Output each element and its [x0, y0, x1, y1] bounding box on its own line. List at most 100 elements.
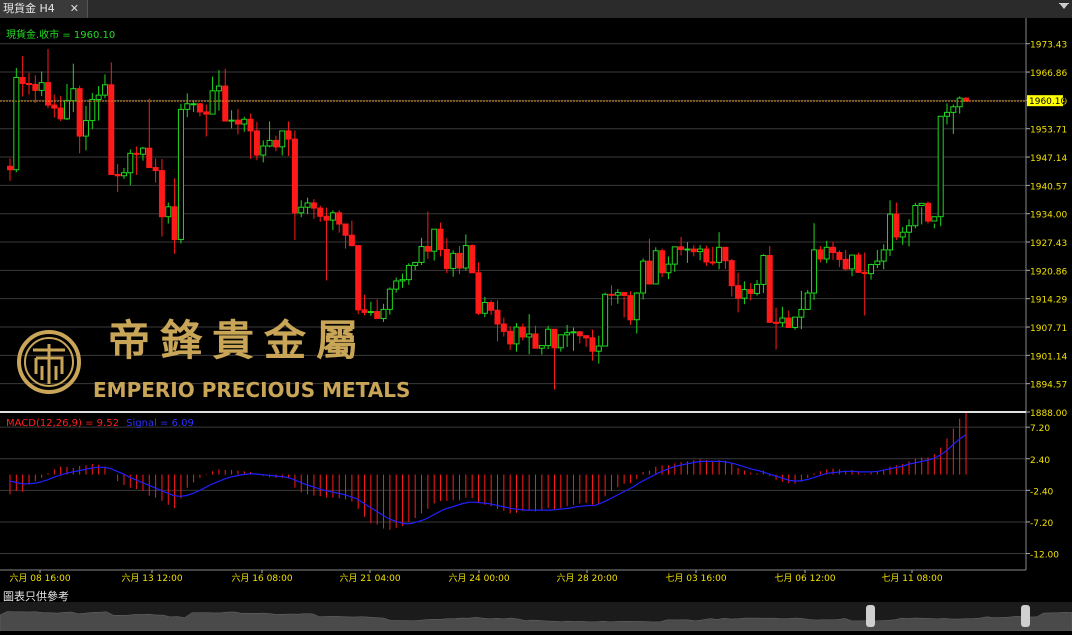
- candle-body: [747, 289, 754, 294]
- candle-body: [785, 317, 792, 329]
- price-legend: 現貨金.收市 = 1960.10: [6, 28, 115, 41]
- candle-body: [494, 309, 501, 325]
- macd-tick-label: -12.00: [1030, 551, 1059, 561]
- candle-body: [304, 202, 311, 208]
- chevron-down-icon[interactable]: [1060, 4, 1068, 9]
- candle-body: [437, 228, 444, 250]
- candle-body: [171, 206, 178, 241]
- candle-body: [13, 76, 20, 171]
- candle-body: [203, 111, 210, 115]
- candle-body: [323, 215, 330, 221]
- candle-body: [627, 295, 634, 321]
- candle-body: [697, 248, 704, 253]
- candle-body: [500, 323, 507, 332]
- y-tick-label: 1894.57: [1030, 381, 1067, 391]
- candle-body: [849, 254, 856, 270]
- candle-body: [431, 228, 438, 252]
- candle-body: [114, 173, 121, 177]
- candle-body: [703, 248, 710, 263]
- candle-body: [367, 311, 374, 314]
- candle-body: [418, 245, 425, 263]
- x-tick-label: 六月 08 16:00: [9, 572, 70, 584]
- candle-body: [386, 288, 393, 310]
- candle-body: [893, 213, 900, 238]
- candle-body: [196, 103, 203, 113]
- candle-body: [887, 213, 894, 251]
- candle-body: [722, 246, 729, 262]
- x-tick-label: 六月 24 00:00: [448, 572, 509, 584]
- candle-body: [158, 170, 165, 218]
- y-tick-label: 1927.43: [1030, 239, 1067, 249]
- candle-body: [462, 245, 469, 269]
- navigator-left-handle[interactable]: [866, 605, 875, 627]
- candle-body: [310, 202, 317, 209]
- candle-body: [602, 293, 609, 347]
- candle-body: [798, 308, 805, 318]
- y-tick-label: 1901.14: [1030, 352, 1067, 362]
- candle-body: [456, 252, 463, 269]
- candle-body: [665, 263, 672, 274]
- candle-body: [25, 82, 32, 85]
- candle-body: [741, 289, 748, 299]
- macd-legend-value: MACD(12,26,9) = 9.52: [6, 418, 119, 429]
- candle-body: [348, 234, 355, 247]
- candle-body: [177, 108, 184, 241]
- candle-body: [272, 139, 279, 148]
- time-navigator[interactable]: [0, 602, 1072, 632]
- candle-body: [944, 111, 951, 117]
- candle-body: [716, 246, 723, 263]
- candle-body: [380, 308, 387, 319]
- candle-body: [779, 317, 786, 324]
- navigator-right-handle[interactable]: [1021, 605, 1030, 627]
- macd-tick-label: -7.20: [1030, 519, 1054, 529]
- candle-body: [583, 335, 590, 339]
- candle-body: [551, 328, 558, 349]
- title-bar: 現貨金 H4 ✕: [0, 0, 1072, 18]
- current-price-label: 1960.10: [1029, 97, 1066, 107]
- candle-body: [38, 82, 45, 91]
- candle-body: [165, 206, 172, 218]
- chart-tab[interactable]: 現貨金 H4 ✕: [0, 0, 88, 18]
- candle-body: [621, 292, 628, 297]
- candle-body: [481, 301, 488, 314]
- y-tick-label: 1953.71: [1030, 126, 1067, 136]
- candle-body: [424, 245, 431, 252]
- candle-body: [63, 100, 70, 120]
- y-tick-label: 1947.14: [1030, 154, 1067, 164]
- candle-body: [646, 260, 653, 285]
- navigator-area: [0, 611, 1072, 632]
- candle-body: [589, 337, 596, 352]
- candle-body: [285, 130, 292, 140]
- candle-body: [89, 98, 96, 122]
- candle-body: [532, 333, 539, 349]
- candle-body: [640, 260, 647, 294]
- watermark-chinese: 帝鋒貴金屬: [108, 316, 368, 365]
- candle-body: [576, 331, 583, 337]
- candle-body: [266, 139, 273, 147]
- candle-body: [329, 212, 336, 221]
- candle-body: [918, 202, 925, 206]
- x-tick-label: 六月 13 12:00: [121, 572, 182, 584]
- candle-body: [228, 119, 235, 122]
- candle-body: [469, 245, 476, 274]
- candle-body: [209, 90, 216, 115]
- chart-tab-label: 現貨金 H4: [3, 2, 55, 15]
- candle-body: [595, 345, 602, 352]
- candle-body: [538, 345, 545, 349]
- chart-area[interactable]: 帝鋒貴金屬 EMPERIO PRECIOUS METALS 1973.43 196…: [0, 18, 1072, 588]
- candle-body: [823, 246, 830, 260]
- x-tick-label: 七月 11 08:00: [881, 573, 942, 584]
- y-tick-label: 1966.86: [1030, 69, 1067, 79]
- y-tick-label: 1907.71: [1030, 324, 1067, 334]
- candle-body: [684, 248, 691, 251]
- candle-body: [760, 255, 767, 285]
- candle-body: [925, 202, 932, 222]
- candle-body: [792, 316, 799, 329]
- candle-body: [393, 280, 400, 290]
- candle-body: [475, 272, 482, 314]
- chart-background: [0, 18, 1072, 588]
- candle-body: [120, 172, 127, 177]
- candle-body: [754, 283, 761, 294]
- y-tick-label: 1914.29: [1030, 296, 1067, 306]
- close-icon[interactable]: ✕: [70, 0, 79, 18]
